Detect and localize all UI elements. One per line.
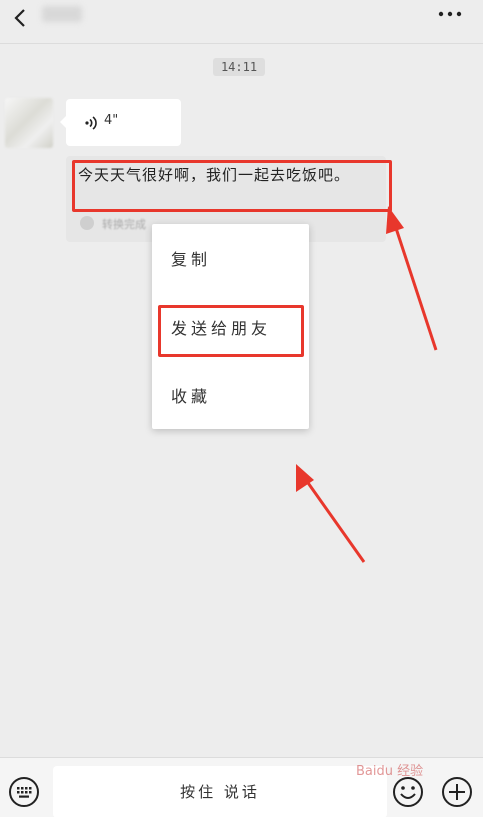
top-bar bbox=[0, 0, 483, 44]
message-timestamp: 14:11 bbox=[213, 58, 265, 76]
chat-title bbox=[42, 6, 82, 22]
annotation-arrow-menu bbox=[296, 464, 366, 563]
plus-icon[interactable] bbox=[441, 776, 473, 808]
annotation-highlight-transcript bbox=[72, 160, 392, 212]
avatar[interactable] bbox=[5, 98, 53, 148]
check-icon bbox=[80, 216, 94, 230]
watermark: Baidu 经验 bbox=[356, 764, 424, 779]
annotation-arrow-transcript bbox=[386, 206, 438, 351]
menu-item-copy[interactable]: 复制 bbox=[152, 237, 309, 283]
conversion-status-label: 转换完成 bbox=[102, 218, 146, 231]
voice-message-bubble[interactable]: 4" bbox=[60, 99, 181, 146]
chevron-left-icon[interactable] bbox=[8, 4, 34, 32]
voice-duration: 4" bbox=[104, 113, 119, 128]
voice-wave-icon bbox=[85, 116, 97, 130]
hold-to-talk-button[interactable]: 按住 说话 bbox=[53, 766, 387, 817]
more-dots-icon[interactable] bbox=[437, 10, 463, 18]
annotation-highlight-menu-item bbox=[158, 305, 304, 357]
menu-item-favorite[interactable]: 收藏 bbox=[152, 374, 309, 420]
keyboard-icon[interactable] bbox=[8, 776, 40, 808]
emoji-icon[interactable] bbox=[392, 776, 424, 808]
